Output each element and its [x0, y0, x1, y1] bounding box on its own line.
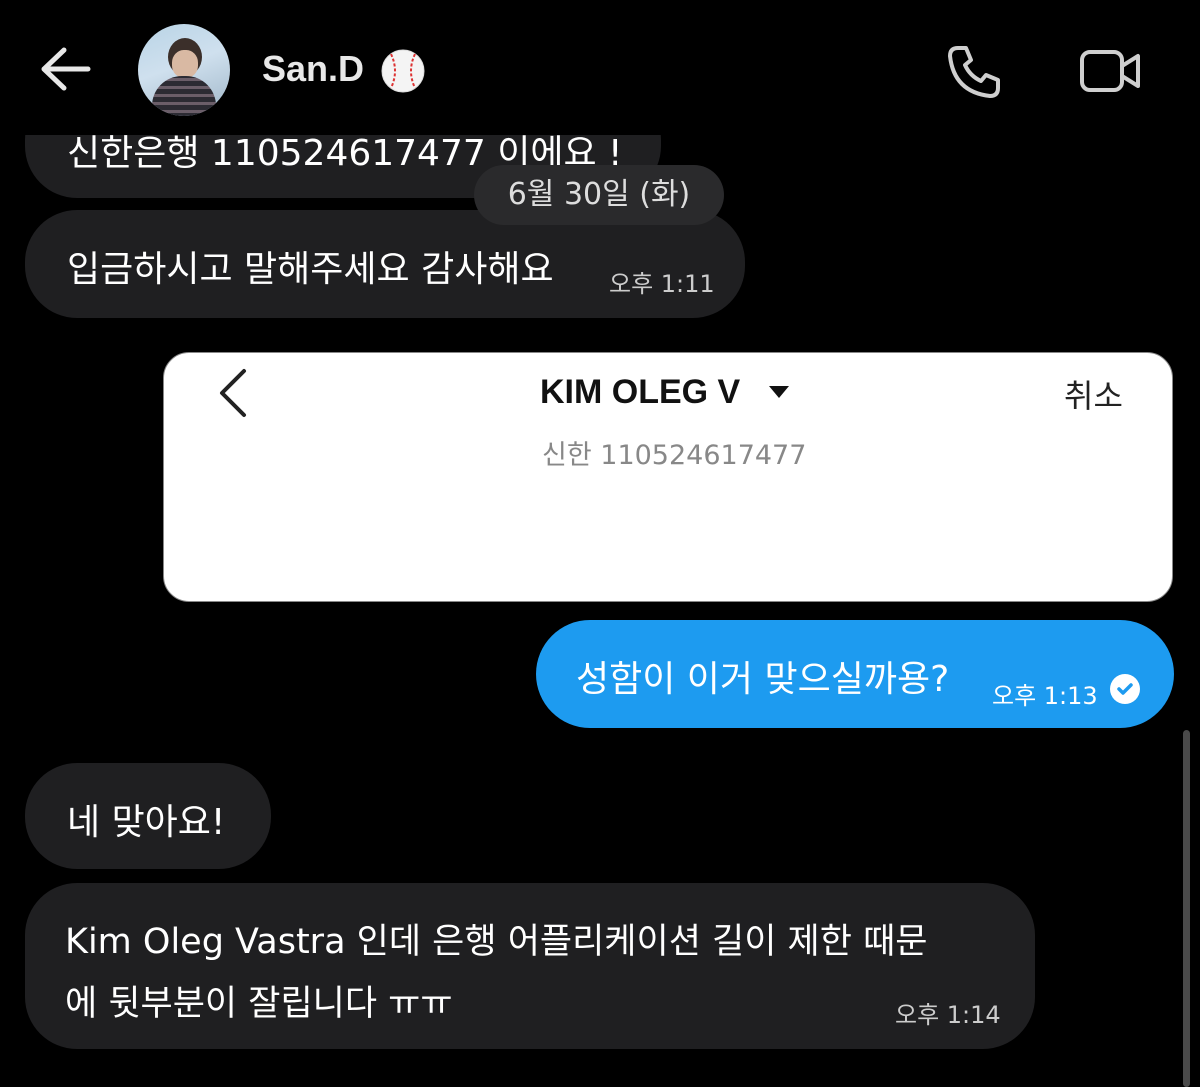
video-call-button[interactable]: [1078, 42, 1144, 100]
chevron-left-icon[interactable]: [214, 367, 254, 419]
message-text: 성함이 이거 맞으실까용?: [576, 659, 950, 700]
message-timestamp: 오후 1:14: [895, 1001, 1001, 1029]
message-text-line: Kim Oleg Vastra 인데 은행 어플리케이션 길이 제한 때문: [65, 922, 928, 962]
account-number: 신한 110524617477: [542, 440, 807, 471]
account-holder-name: KIM OLEG V: [540, 373, 741, 411]
video-icon: [1080, 50, 1140, 92]
back-button[interactable]: [38, 44, 94, 94]
message-bubble-incoming[interactable]: 입금하시고 말해주세요 감사해요 오후 1:11: [25, 210, 745, 318]
phone-icon: [948, 46, 1000, 98]
message-bubble-incoming[interactable]: 네 맞아요!: [25, 763, 271, 869]
read-receipt-icon: [1110, 674, 1140, 704]
message-timestamp: 오후 1:13: [992, 682, 1098, 710]
baseball-emoji-icon: [381, 49, 425, 93]
message-bubble-incoming[interactable]: Kim Oleg Vastra 인데 은행 어플리케이션 길이 제한 때문 에 …: [25, 883, 1035, 1049]
back-arrow-icon: [41, 47, 91, 91]
call-button[interactable]: [944, 40, 1006, 102]
message-text: 네 맞아요!: [67, 802, 226, 843]
scrollbar[interactable]: [1183, 730, 1190, 1087]
avatar[interactable]: [138, 24, 230, 116]
contact-name[interactable]: San.D: [262, 48, 364, 90]
message-timestamp: 오후 1:11: [609, 270, 715, 298]
message-text: 입금하시고 말해주세요 감사해요: [67, 249, 554, 290]
date-separator: 6월 30일 (화): [474, 165, 724, 225]
transfer-screenshot-card[interactable]: KIM OLEG V 취소 신한 110524617477: [163, 352, 1173, 602]
dropdown-caret-icon[interactable]: [769, 386, 789, 398]
message-text-line: 에 뒷부분이 잘립니다 ㅠㅠ: [65, 984, 453, 1024]
message-bubble-outgoing[interactable]: 성함이 이거 맞으실까용? 오후 1:13: [536, 620, 1174, 728]
chat-header: San.D: [0, 0, 1200, 135]
cancel-button[interactable]: 취소: [1064, 371, 1123, 417]
